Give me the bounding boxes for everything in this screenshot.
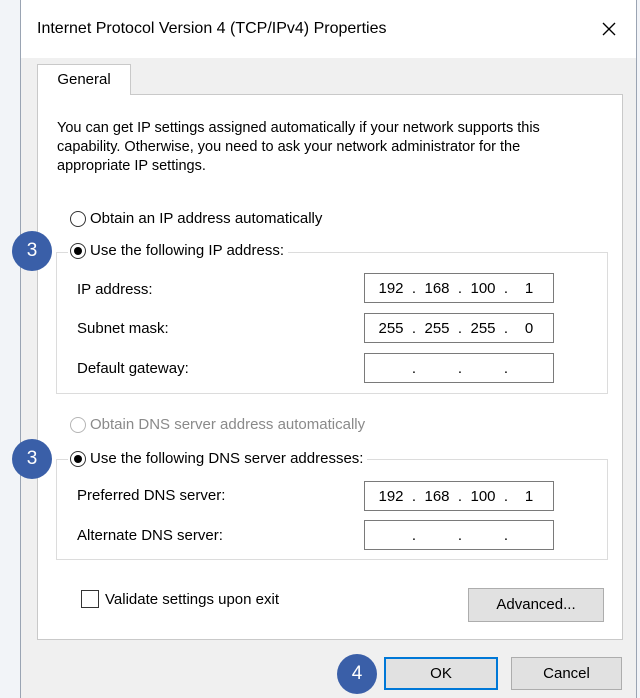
octet-dot: . [503, 359, 509, 377]
octet-dot: . [411, 319, 417, 337]
properties-dialog: Internet Protocol Version 4 (TCP/IPv4) P… [20, 0, 637, 698]
radio-icon [70, 450, 86, 467]
octet: 168 [424, 487, 450, 505]
octet: 255 [424, 319, 450, 337]
octet-dot: . [457, 487, 463, 505]
subnet-mask-field[interactable]: 255. 255. 255. 0 [364, 313, 554, 343]
alternate-dns-label: Alternate DNS server: [77, 527, 223, 544]
octet-dot: . [503, 487, 509, 505]
octet-dot: . [503, 319, 509, 337]
default-gateway-field[interactable]: . . . [364, 353, 554, 383]
dns-auto-label: Obtain DNS server address automatically [90, 416, 366, 433]
ip-address-label: IP address: [77, 281, 153, 298]
octet-dot: . [457, 319, 463, 337]
title-bar: Internet Protocol Version 4 (TCP/IPv4) P… [21, 0, 636, 58]
octet-dot: . [411, 359, 417, 377]
ip-auto-label: Obtain an IP address automatically [90, 210, 323, 227]
ok-button[interactable]: OK [384, 657, 498, 690]
octet-dot: . [503, 526, 509, 544]
preferred-dns-field[interactable]: 192. 168. 100. 1 [364, 481, 554, 511]
intro-text: You can get IP settings assigned automat… [57, 120, 540, 174]
octet-dot: . [503, 279, 509, 297]
preferred-dns-label: Preferred DNS server: [77, 487, 226, 504]
octet: 168 [424, 279, 450, 297]
octet: 192 [378, 487, 404, 505]
octet-dot: . [411, 279, 417, 297]
general-panel: You can get IP settings assigned automat… [37, 94, 623, 640]
octet: 1 [524, 487, 534, 505]
alternate-dns-field[interactable]: . . . [364, 520, 554, 550]
checkbox-icon [81, 590, 99, 608]
octet: 192 [378, 279, 404, 297]
advanced-button[interactable]: Advanced... [468, 588, 604, 622]
validate-option[interactable]: Validate settings upon exit [81, 590, 279, 608]
step-badge-ok: 4 [337, 654, 377, 694]
cancel-button[interactable]: Cancel [511, 657, 622, 690]
octet: 1 [524, 279, 534, 297]
radio-icon [70, 416, 86, 433]
octet: 255 [378, 319, 404, 337]
octet-dot: . [457, 526, 463, 544]
ip-manual-option[interactable]: Use the following IP address: [68, 242, 288, 259]
dns-manual-option[interactable]: Use the following DNS server addresses: [68, 450, 368, 467]
ip-address-field[interactable]: 192. 168. 100. 1 [364, 273, 554, 303]
ip-auto-option[interactable]: Obtain an IP address automatically [70, 210, 322, 227]
tab-general[interactable]: General [37, 64, 131, 95]
step-badge-ip: 3 [12, 231, 52, 271]
radio-icon [70, 242, 86, 259]
octet-dot: . [457, 279, 463, 297]
validate-label: Validate settings upon exit [105, 590, 280, 608]
octet: 100 [470, 279, 496, 297]
close-button[interactable] [594, 14, 624, 44]
octet-dot: . [457, 359, 463, 377]
subnet-mask-label: Subnet mask: [77, 320, 169, 337]
close-icon [602, 22, 616, 36]
default-gateway-label: Default gateway: [77, 360, 189, 377]
radio-icon [70, 210, 86, 227]
ip-manual-label: Use the following IP address: [90, 242, 284, 259]
octet: 0 [524, 319, 534, 337]
octet-dot: . [411, 487, 417, 505]
dns-auto-option[interactable]: Obtain DNS server address automatically [70, 416, 365, 433]
dns-manual-label: Use the following DNS server addresses: [90, 450, 364, 467]
octet: 100 [470, 487, 496, 505]
step-badge-dns: 3 [12, 439, 52, 479]
octet-dot: . [411, 526, 417, 544]
octet: 255 [470, 319, 496, 337]
dialog-title: Internet Protocol Version 4 (TCP/IPv4) P… [37, 20, 387, 37]
